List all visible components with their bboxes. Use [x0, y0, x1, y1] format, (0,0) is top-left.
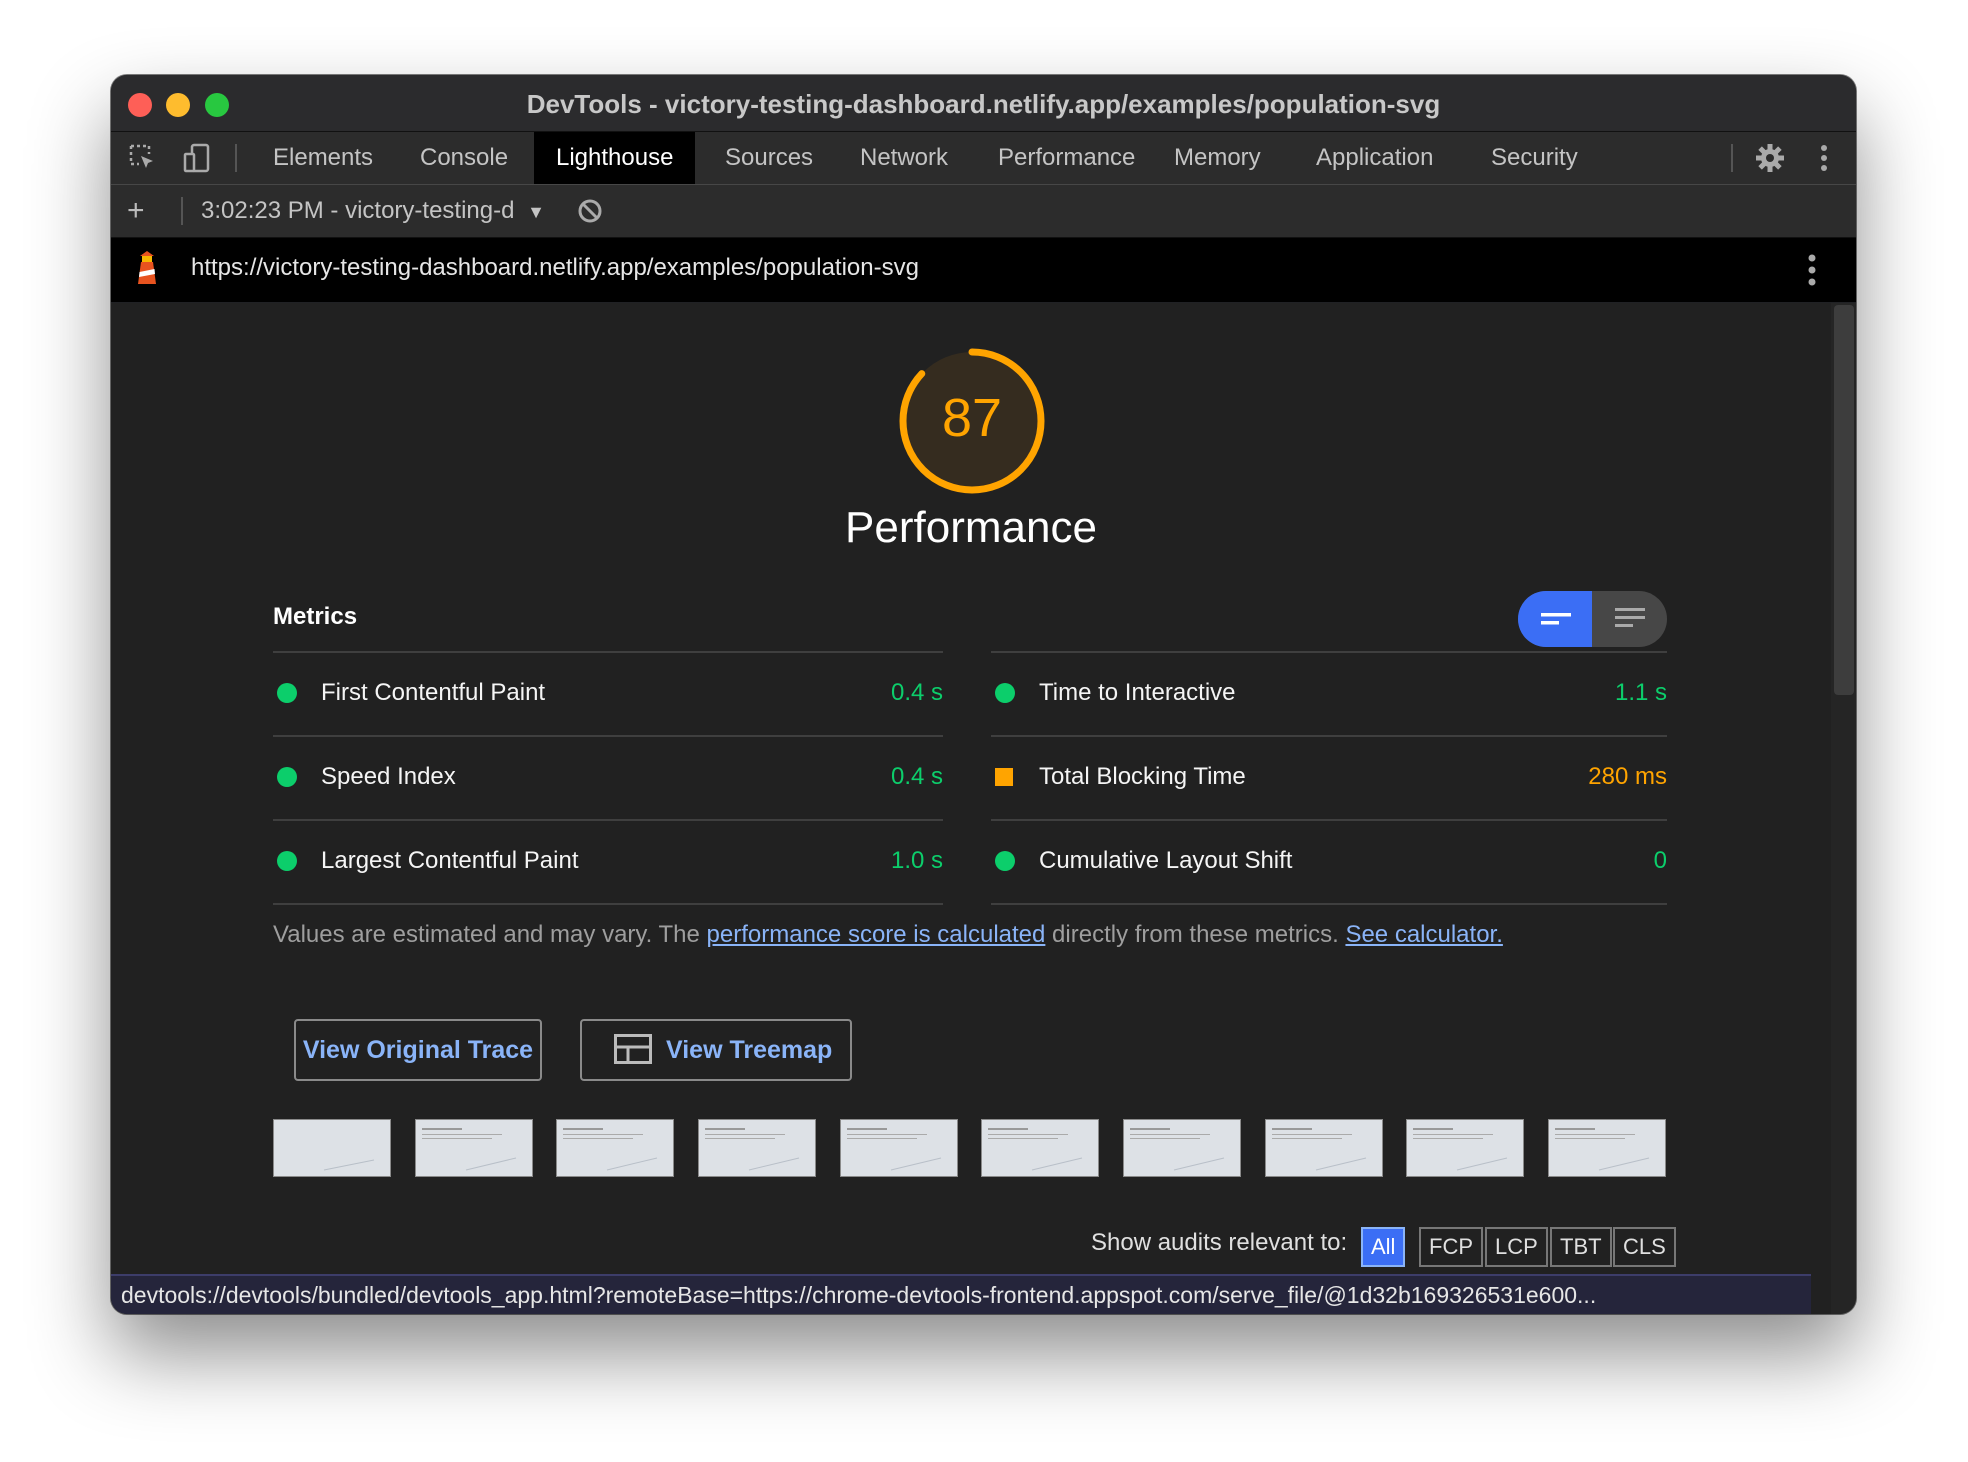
- pass-indicator-icon: [277, 851, 297, 871]
- metric-name: First Contentful Paint: [321, 679, 546, 706]
- audit-filter-label: Show audits relevant to:: [1091, 1229, 1348, 1256]
- metric-value: 0.4 s: [890, 679, 943, 706]
- calculator-link[interactable]: See calculator.: [1345, 921, 1502, 948]
- tab-sources[interactable]: Sources: [703, 132, 835, 184]
- tab-network[interactable]: Network: [838, 132, 970, 184]
- report-select[interactable]: 3:02:23 PM - victory-testing-d ▼: [201, 195, 545, 228]
- metrics-disclaimer: Values are estimated and may vary. The p…: [273, 921, 1503, 949]
- metric-row[interactable]: First Contentful Paint 0.4 s: [273, 653, 943, 737]
- metrics-heading: Metrics: [273, 603, 358, 630]
- filmstrip-frame[interactable]: [1406, 1119, 1524, 1177]
- metric-row[interactable]: Largest Contentful Paint 1.0 s: [273, 821, 943, 905]
- filter-chip-cls[interactable]: CLS: [1613, 1227, 1676, 1267]
- inspect-element-icon[interactable]: [127, 142, 159, 174]
- view-original-trace-button[interactable]: View Original Trace: [294, 1019, 542, 1081]
- score-calculation-link[interactable]: performance score is calculated: [707, 921, 1046, 948]
- filter-chip-all[interactable]: All: [1361, 1227, 1406, 1267]
- metric-row[interactable]: Time to Interactive 1.1 s: [991, 653, 1667, 737]
- lighthouse-report: 87 Performance Metrics First Contentful …: [111, 303, 1831, 1314]
- scrollbar-thumb[interactable]: [1834, 305, 1854, 695]
- metric-name: Time to Interactive: [1039, 679, 1236, 706]
- disclaimer-text: Values are estimated and may vary. The: [273, 921, 707, 948]
- expanded-list-icon[interactable]: [1615, 605, 1645, 633]
- pass-indicator-icon: [995, 683, 1015, 703]
- button-label: View Treemap: [666, 1036, 833, 1064]
- metric-name: Speed Index: [321, 763, 456, 790]
- filter-chip-lcp[interactable]: LCP: [1485, 1227, 1548, 1267]
- dropdown-arrow-icon: ▼: [527, 202, 545, 222]
- metric-value: 0: [1653, 847, 1667, 874]
- metric-row[interactable]: Cumulative Layout Shift 0: [991, 821, 1667, 905]
- gear-icon[interactable]: [1754, 142, 1786, 174]
- metric-value: 1.1 s: [1614, 679, 1667, 706]
- filmstrip-frame[interactable]: [1548, 1119, 1666, 1177]
- metric-row[interactable]: Total Blocking Time 280 ms: [991, 737, 1667, 821]
- filmstrip: [273, 1119, 1673, 1179]
- tab-performance[interactable]: Performance: [976, 132, 1157, 184]
- average-indicator-icon: [995, 768, 1013, 786]
- filmstrip-frame[interactable]: [415, 1119, 533, 1177]
- metric-value: 0.4 s: [890, 763, 943, 790]
- metric-value: 1.0 s: [890, 847, 943, 874]
- disclaimer-text: directly from these metrics.: [1045, 921, 1346, 948]
- window-title: DevTools - victory-testing-dashboard.net…: [526, 89, 1441, 119]
- filmstrip-frame[interactable]: [981, 1119, 1099, 1177]
- report-menu-icon[interactable]: [1808, 254, 1816, 286]
- button-label: View Original Trace: [302, 1036, 534, 1064]
- tab-memory[interactable]: Memory: [1152, 132, 1283, 184]
- new-report-plus-icon[interactable]: +: [127, 196, 145, 226]
- view-treemap-button[interactable]: View Treemap: [580, 1019, 852, 1081]
- pass-indicator-icon: [995, 851, 1015, 871]
- tab-elements[interactable]: Elements: [251, 132, 395, 184]
- pass-indicator-icon: [277, 767, 297, 787]
- report-scrollbar[interactable]: [1831, 303, 1856, 1314]
- metrics-column-right: Time to Interactive 1.1 s Total Blocking…: [991, 651, 1667, 905]
- filmstrip-frame[interactable]: [698, 1119, 816, 1177]
- treemap-icon: [614, 1034, 652, 1064]
- report-url: https://victory-testing-dashboard.netlif…: [191, 254, 919, 281]
- metric-row[interactable]: Speed Index 0.4 s: [273, 737, 943, 821]
- pass-indicator-icon: [277, 683, 297, 703]
- clear-reports-icon[interactable]: [577, 198, 603, 224]
- title-bar: DevTools - victory-testing-dashboard.net…: [111, 75, 1856, 132]
- category-title: Performance: [845, 503, 1097, 552]
- metric-name: Largest Contentful Paint: [321, 847, 579, 874]
- lighthouse-logo-icon: [138, 251, 156, 284]
- filmstrip-frame[interactable]: [840, 1119, 958, 1177]
- metrics-view-toggle[interactable]: [1518, 591, 1667, 647]
- tab-console[interactable]: Console: [398, 132, 530, 184]
- report-url-bar: https://victory-testing-dashboard.netlif…: [111, 238, 1856, 302]
- filmstrip-frame[interactable]: [273, 1119, 391, 1177]
- tab-application[interactable]: Application: [1294, 132, 1455, 184]
- compact-list-icon: [1541, 613, 1571, 625]
- filter-chip-tbt[interactable]: TBT: [1550, 1227, 1612, 1267]
- filmstrip-frame[interactable]: [1265, 1119, 1383, 1177]
- toolbar-divider: [181, 197, 183, 225]
- metric-name: Total Blocking Time: [1039, 763, 1246, 790]
- device-toolbar-icon[interactable]: [181, 142, 213, 174]
- tab-security[interactable]: Security: [1469, 132, 1600, 184]
- filter-chip-fcp[interactable]: FCP: [1419, 1227, 1483, 1267]
- filmstrip-frame[interactable]: [1123, 1119, 1241, 1177]
- tab-lighthouse[interactable]: Lighthouse: [534, 132, 696, 184]
- performance-score: 87: [941, 388, 1003, 448]
- link-status-bar: devtools://devtools/bundled/devtools_app…: [111, 1274, 1811, 1314]
- toolbar-divider: [235, 144, 237, 172]
- metric-value: 280 ms: [1588, 763, 1667, 790]
- lighthouse-toolbar: + 3:02:23 PM - victory-testing-d ▼: [111, 185, 1856, 238]
- metrics-column-left: First Contentful Paint 0.4 s Speed Index…: [273, 651, 943, 905]
- filmstrip-frame[interactable]: [556, 1119, 674, 1177]
- metric-name: Cumulative Layout Shift: [1039, 847, 1293, 874]
- more-options-icon[interactable]: [1808, 142, 1840, 174]
- panel-tab-bar: Elements Console Lighthouse Sources Netw…: [111, 132, 1856, 185]
- toolbar-divider: [1731, 144, 1733, 172]
- report-select-label: 3:02:23 PM - victory-testing-d: [201, 197, 515, 224]
- devtools-window: DevTools - victory-testing-dashboard.net…: [111, 75, 1856, 1314]
